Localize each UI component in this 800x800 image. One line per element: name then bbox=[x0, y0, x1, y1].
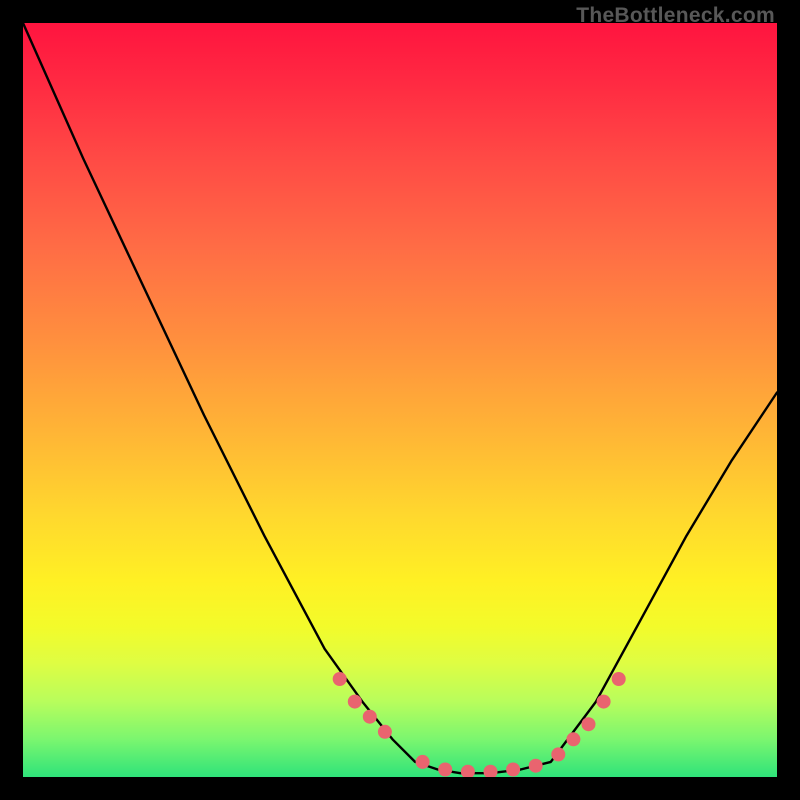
highlight-markers bbox=[333, 672, 626, 777]
marker-dot bbox=[416, 755, 430, 769]
marker-dot bbox=[582, 717, 596, 731]
marker-dot bbox=[597, 695, 611, 709]
marker-dot bbox=[363, 710, 377, 724]
marker-dot bbox=[348, 695, 362, 709]
marker-dot bbox=[551, 747, 565, 761]
marker-dot bbox=[484, 765, 498, 777]
marker-dot bbox=[506, 763, 520, 777]
bottleneck-curve bbox=[23, 23, 777, 773]
marker-dot bbox=[378, 725, 392, 739]
marker-dot bbox=[529, 759, 543, 773]
marker-dot bbox=[566, 732, 580, 746]
marker-dot bbox=[461, 765, 475, 777]
marker-dot bbox=[612, 672, 626, 686]
plot-area bbox=[23, 23, 777, 777]
curve-layer bbox=[23, 23, 777, 777]
marker-dot bbox=[333, 672, 347, 686]
marker-dot bbox=[438, 763, 452, 777]
chart-stage: TheBottleneck.com bbox=[0, 0, 800, 800]
